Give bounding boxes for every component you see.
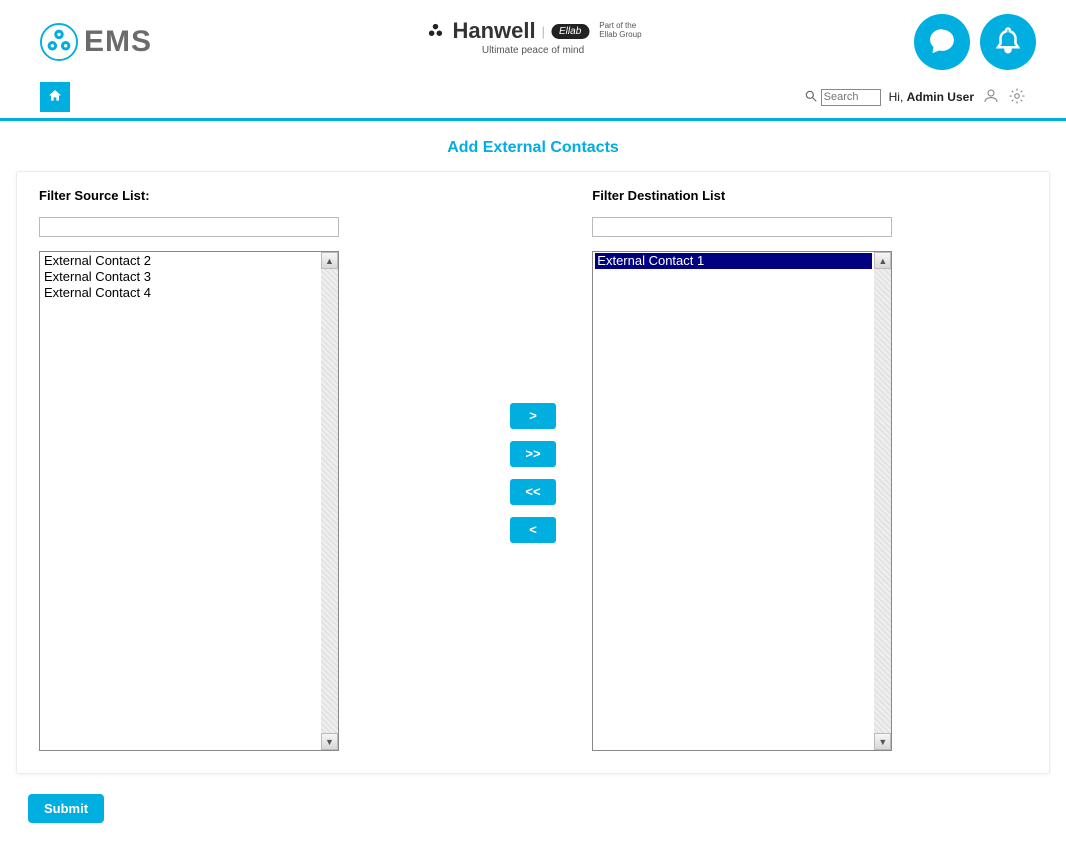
header: EMS Hanwell | Ellab Part of the Ellab Gr… <box>0 0 1066 78</box>
destination-filter-label: Filter Destination List <box>592 188 1027 203</box>
move-all-left-button[interactable]: << <box>510 479 556 505</box>
bell-icon <box>993 26 1023 59</box>
user-menu[interactable] <box>982 87 1000 108</box>
settings-menu[interactable] <box>1008 87 1026 108</box>
move-left-button[interactable]: < <box>510 517 556 543</box>
toolbar: Hi, Admin User <box>0 78 1066 121</box>
hanwell-subtext: Part of the Ellab Group <box>599 22 641 40</box>
destination-filter-input[interactable] <box>592 217 892 237</box>
user-icon <box>982 87 1000 108</box>
source-column: Filter Source List: External Contact 2Ex… <box>39 188 474 751</box>
scroll-down-icon[interactable]: ▼ <box>321 733 338 750</box>
ems-logo-text: EMS <box>84 25 152 59</box>
hanwell-tagline: Ultimate peace of mind <box>424 45 641 56</box>
transfer-buttons: > >> << < <box>510 403 556 543</box>
destination-column: Filter Destination List External Contact… <box>592 188 1027 751</box>
destination-listbox[interactable]: External Contact 1 ▲ ▼ <box>592 251 892 751</box>
ems-logo-icon <box>40 23 78 61</box>
search-group <box>804 89 881 106</box>
source-filter-label: Filter Source List: <box>39 188 474 203</box>
gear-icon <box>1008 87 1026 108</box>
list-item[interactable]: External Contact 1 <box>595 253 872 269</box>
search-icon <box>804 89 818 106</box>
search-input[interactable] <box>821 89 881 106</box>
source-filter-input[interactable] <box>39 217 339 237</box>
list-item[interactable]: External Contact 2 <box>42 253 319 269</box>
scroll-down-icon[interactable]: ▼ <box>874 733 891 750</box>
notifications-button[interactable] <box>980 14 1036 70</box>
home-button[interactable] <box>40 82 70 112</box>
chat-icon <box>927 26 957 59</box>
hanwell-logo-icon <box>424 20 446 42</box>
list-item[interactable]: External Contact 4 <box>42 285 319 301</box>
submit-row: Submit <box>0 774 1066 843</box>
page-title: Add External Contacts <box>0 121 1066 171</box>
home-icon <box>47 88 63 107</box>
move-right-button[interactable]: > <box>510 403 556 429</box>
dual-list-panel: Filter Source List: External Contact 2Ex… <box>16 171 1050 774</box>
chat-button[interactable] <box>914 14 970 70</box>
move-all-right-button[interactable]: >> <box>510 441 556 467</box>
hanwell-badge: Ellab <box>551 24 589 39</box>
list-item[interactable]: External Contact 3 <box>42 269 319 285</box>
submit-button[interactable]: Submit <box>28 794 104 823</box>
hanwell-logo-text: Hanwell <box>452 18 535 44</box>
scroll-up-icon[interactable]: ▲ <box>874 252 891 269</box>
ems-logo: EMS <box>40 23 152 61</box>
scroll-up-icon[interactable]: ▲ <box>321 252 338 269</box>
destination-scrollbar[interactable]: ▲ ▼ <box>874 252 891 750</box>
hanwell-logo: Hanwell | Ellab Part of the Ellab Group … <box>424 18 641 56</box>
source-scrollbar[interactable]: ▲ ▼ <box>321 252 338 750</box>
greeting: Hi, Admin User <box>889 90 974 104</box>
source-listbox[interactable]: External Contact 2External Contact 3Exte… <box>39 251 339 751</box>
